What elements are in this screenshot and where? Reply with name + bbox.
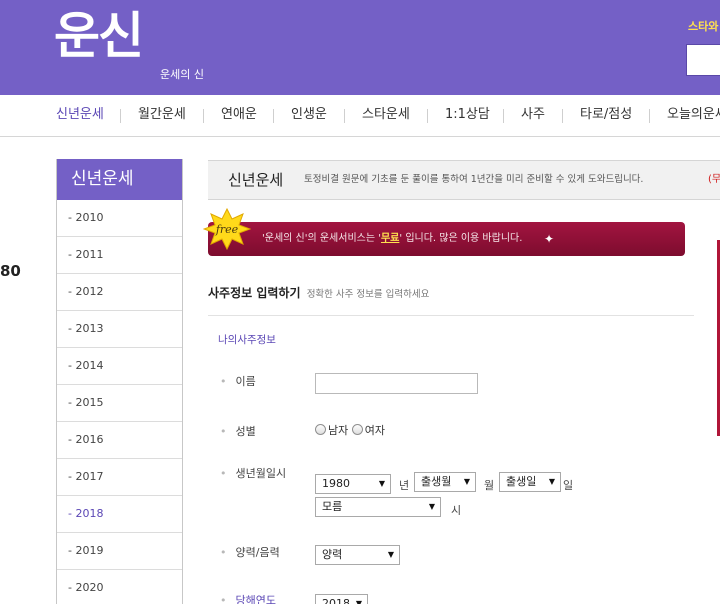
calendar-type-value: 양력 <box>322 548 343 561</box>
nav-separator <box>503 109 504 123</box>
free-banner-text-before: '운세의 신'의 운세서비스는 ' <box>262 233 381 244</box>
bullet-icon: • <box>220 375 227 388</box>
hour-unit-label: 시 <box>451 504 462 517</box>
sidebar-item-2010[interactable]: - 2010 <box>57 200 182 237</box>
nav-item-monthly-fortune[interactable]: 월간운세 <box>138 95 186 137</box>
chevron-down-icon: ▼ <box>355 599 362 604</box>
gender-female-radio[interactable] <box>351 424 363 435</box>
gender-label-text: 성별 <box>235 425 256 438</box>
main-nav: 신년운세 월간운세 연애운 인생운 스타운세 1:1상담 사주 타로/점성 오늘… <box>0 95 720 137</box>
sidebar-item-2011[interactable]: - 2011 <box>57 237 182 274</box>
sidebar-title: 신년운세 <box>57 159 182 200</box>
chevron-down-icon: ▼ <box>463 477 470 486</box>
nav-separator <box>203 109 204 123</box>
free-banner-emphasis: 무료 <box>380 233 400 244</box>
target-year-value: 2018 <box>322 597 350 604</box>
chevron-down-icon: ▼ <box>428 502 435 511</box>
nav-item-new-year-fortune[interactable]: 신년운세 <box>56 95 104 137</box>
star-link[interactable]: 스타와 <box>688 18 718 34</box>
bullet-icon: • <box>220 467 227 480</box>
calendar-field-label: • 양력/음력 <box>220 544 280 560</box>
page-description: 토정비결 원문에 기초를 둔 풀이를 통하여 1년간을 미리 준비할 수 있게 … <box>304 174 644 185</box>
sidebar: 신년운세 - 2010 - 2011 - 2012 - 2013 - 2014 … <box>56 159 183 604</box>
section-heading: 사주정보 입력하기 정확한 사주 정보를 입력하세요 <box>208 284 429 301</box>
birth-hour-value: 모름 <box>322 500 343 513</box>
birth-field-label: • 생년월일시 <box>220 465 286 481</box>
calendar-type-select[interactable]: 양력 ▼ <box>315 545 400 565</box>
bullet-icon: • <box>220 546 227 559</box>
free-banner-text: '운세의 신'의 운세서비스는 '무료' 입니다. 많은 이용 바랍니다. <box>262 222 522 256</box>
nav-separator <box>562 109 563 123</box>
sidebar-item-2020[interactable]: - 2020 <box>57 570 182 604</box>
nav-item-saju[interactable]: 사주 <box>521 95 545 137</box>
gender-radio-group: 남자 여자 <box>315 422 385 438</box>
free-banner-text-after: ' 입니다. 많은 이용 바랍니다. <box>399 233 523 244</box>
bullet-icon: • <box>220 425 227 438</box>
nav-item-life-fortune[interactable]: 인생운 <box>291 95 327 137</box>
nav-separator <box>427 109 428 123</box>
name-label-text: 이름 <box>235 375 256 388</box>
sidebar-item-2013[interactable]: - 2013 <box>57 311 182 348</box>
gender-male-label[interactable]: 남자 <box>328 424 348 437</box>
sidebar-item-2017[interactable]: - 2017 <box>57 459 182 496</box>
page-title: 신년운세 <box>228 171 284 189</box>
name-input[interactable] <box>315 373 478 394</box>
free-badge-label: free <box>215 223 239 236</box>
nav-separator <box>649 109 650 123</box>
birth-day-value: 출생일 <box>506 475 537 488</box>
birth-month-value: 출생월 <box>421 475 452 488</box>
sidebar-item-2016[interactable]: - 2016 <box>57 422 182 459</box>
chevron-down-icon: ▼ <box>378 479 385 488</box>
chevron-down-icon: ▼ <box>387 550 394 559</box>
target-year-select[interactable]: 2018 ▼ <box>315 594 368 604</box>
target-year-label-text: 당해연도 <box>235 594 276 604</box>
nav-separator <box>344 109 345 123</box>
sidebar-item-2015[interactable]: - 2015 <box>57 385 182 422</box>
gender-field-label: • 성별 <box>220 423 256 439</box>
nav-separator <box>273 109 274 123</box>
bullet-icon: • <box>220 594 227 604</box>
birth-year-select[interactable]: 1980 ▼ <box>315 474 391 494</box>
nav-item-today-fortune[interactable]: 오늘의운세 <box>667 95 720 137</box>
offscreen-fragment-text: 80 <box>0 262 21 280</box>
nav-item-consultation[interactable]: 1:1상담 <box>445 95 490 137</box>
day-unit-label: 일 <box>563 479 574 492</box>
free-service-banner: '운세의 신'의 운세서비스는 '무료' 입니다. 많은 이용 바랍니다. ✦ <box>208 222 685 256</box>
page-extra-note: (무 <box>708 174 720 185</box>
birth-month-select[interactable]: 출생월 ▼ <box>414 472 476 492</box>
birth-year-value: 1980 <box>322 477 350 490</box>
content-header: 신년운세 토정비결 원문에 기초를 둔 풀이를 통하여 1년간을 미리 준비할 … <box>208 160 720 200</box>
month-unit-label: 월 <box>484 479 495 492</box>
my-saju-info-label: 나의사주정보 <box>218 334 276 346</box>
sidebar-item-2012[interactable]: - 2012 <box>57 274 182 311</box>
nav-item-love-fortune[interactable]: 연애운 <box>221 95 257 137</box>
sidebar-item-2018[interactable]: - 2018 <box>57 496 182 533</box>
gender-female-label[interactable]: 여자 <box>365 424 385 437</box>
star-burst-icon: free <box>203 208 251 250</box>
site-logo[interactable]: 운신 <box>54 6 144 66</box>
section-title: 사주정보 입력하기 <box>208 286 301 300</box>
sidebar-item-2014[interactable]: - 2014 <box>57 348 182 385</box>
nav-separator <box>120 109 121 123</box>
target-year-field-label: • 당해연도 <box>220 592 276 604</box>
year-unit-label: 년 <box>399 479 410 492</box>
section-subtitle: 정확한 사주 정보를 입력하세요 <box>306 289 430 300</box>
section-divider <box>208 315 694 316</box>
calendar-label-text: 양력/음력 <box>235 546 280 559</box>
sidebar-item-2019[interactable]: - 2019 <box>57 533 182 570</box>
site-logo-subtitle: 운세의 신 <box>160 68 204 81</box>
gender-male-radio[interactable] <box>315 424 326 435</box>
chevron-down-icon: ▼ <box>548 477 555 486</box>
sparkle-icon: ✦ <box>544 232 555 246</box>
nav-item-tarot[interactable]: 타로/점성 <box>580 95 632 137</box>
birth-day-select[interactable]: 출생일 ▼ <box>499 472 561 492</box>
header-search-input[interactable] <box>686 44 720 76</box>
birth-hour-select[interactable]: 모름 ▼ <box>315 497 441 517</box>
name-field-label: • 이름 <box>220 373 256 389</box>
birth-label-text: 생년월일시 <box>235 467 287 480</box>
nav-item-star-fortune[interactable]: 스타운세 <box>362 95 410 137</box>
